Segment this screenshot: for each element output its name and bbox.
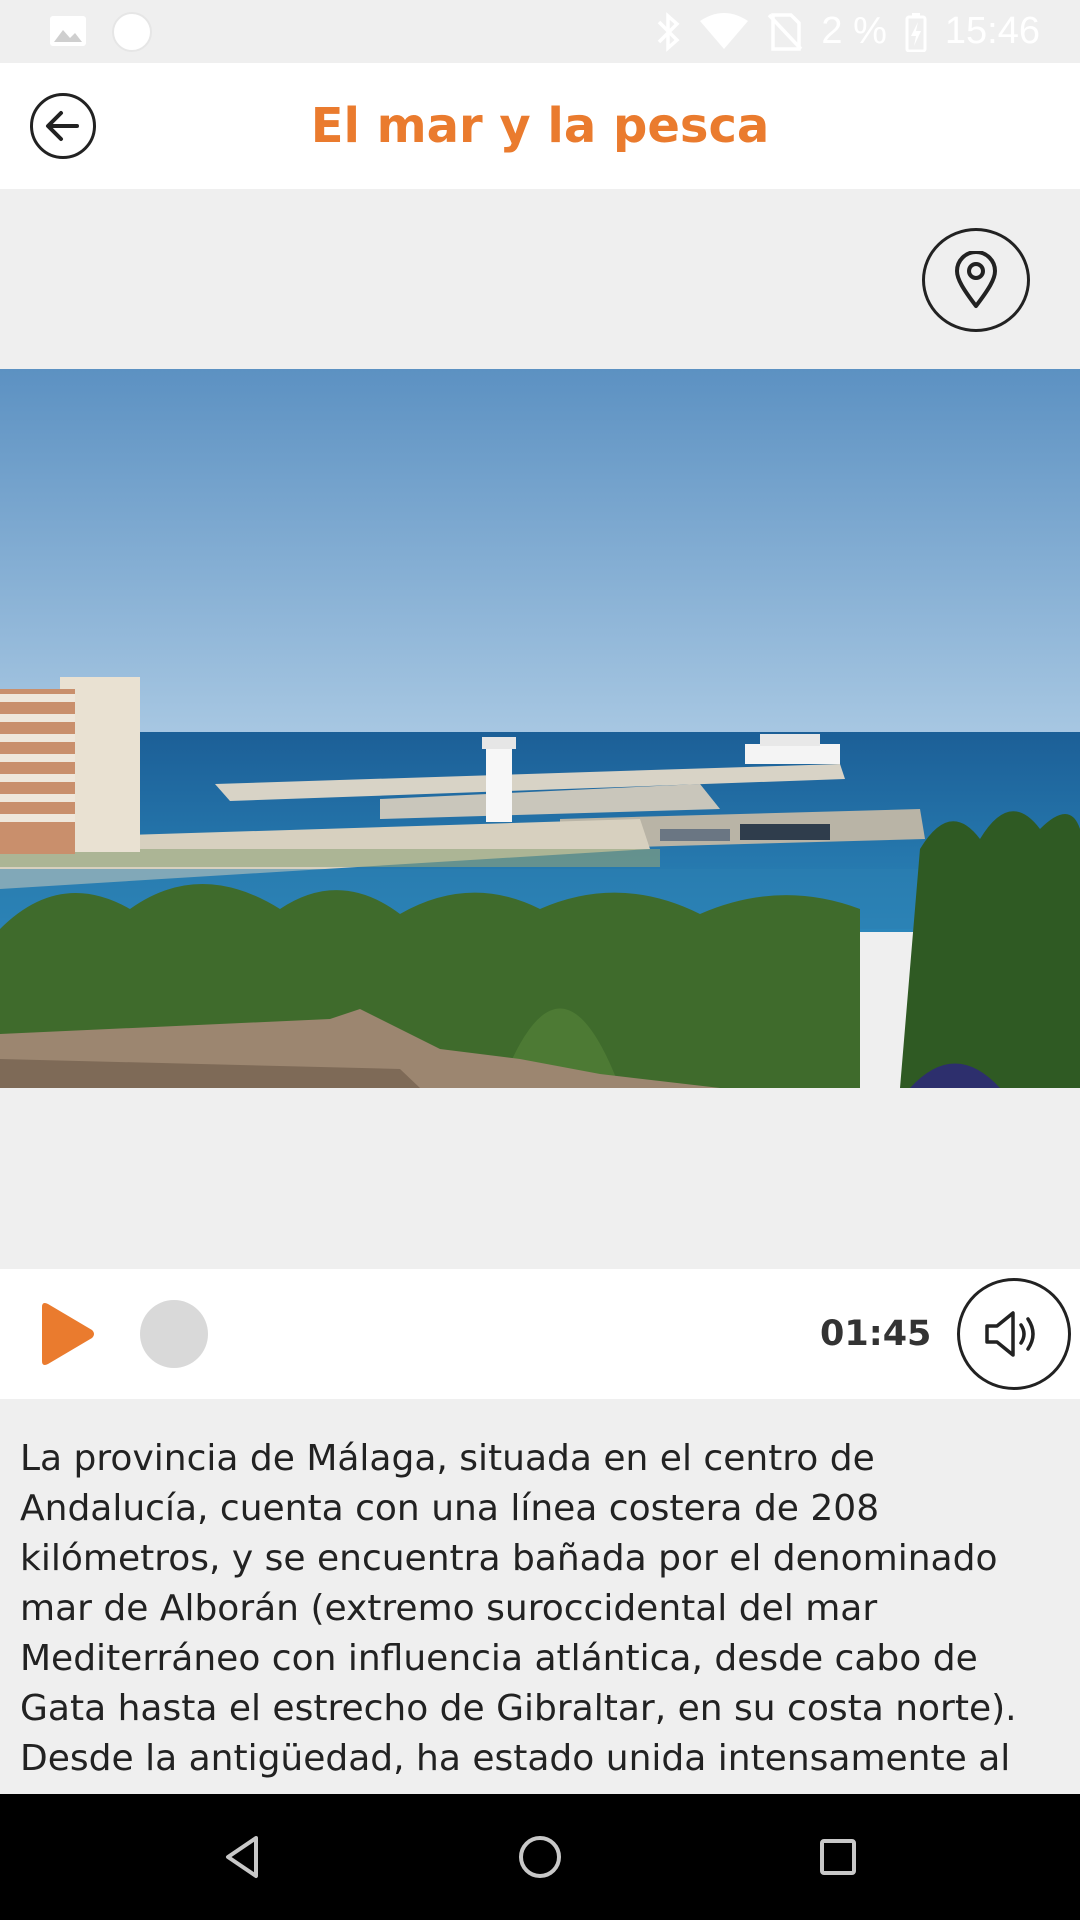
battery-charging-icon <box>905 12 927 52</box>
location-button[interactable] <box>922 228 1030 332</box>
page-title: El mar y la pesca <box>310 98 770 154</box>
recents-square-icon <box>820 1839 856 1875</box>
nav-recents-button[interactable] <box>808 1827 868 1887</box>
back-triangle-icon <box>226 1836 258 1878</box>
track-duration: 01:45 <box>820 1314 932 1354</box>
progress-slider-knob[interactable] <box>140 1300 208 1368</box>
audio-player: 01:45 <box>0 1269 1080 1399</box>
battery-percent: 2 % <box>821 10 887 52</box>
nav-back-button[interactable] <box>212 1827 272 1887</box>
navigation-bar <box>0 1794 1080 1920</box>
image-icon <box>50 16 86 46</box>
home-circle-icon <box>519 1836 561 1878</box>
circle-icon <box>112 12 152 52</box>
bluetooth-icon <box>658 11 680 52</box>
clock: 15:46 <box>944 10 1040 52</box>
description-text: La provincia de Málaga, situada en el ce… <box>20 1438 1017 1779</box>
status-bar: 2 % 15:46 <box>0 0 1080 63</box>
play-icon[interactable] <box>36 1301 96 1367</box>
map-pin-icon <box>955 251 997 308</box>
status-icons: 2 % 15:46 <box>655 0 1040 63</box>
wifi-icon <box>700 12 749 49</box>
volume-icon <box>985 1311 1035 1357</box>
no-sim-icon <box>768 12 803 51</box>
volume-button[interactable] <box>957 1278 1071 1390</box>
app-header: El mar y la pesca <box>0 63 1080 189</box>
nav-home-button[interactable] <box>510 1827 570 1887</box>
harbor-photo <box>0 369 1080 1088</box>
